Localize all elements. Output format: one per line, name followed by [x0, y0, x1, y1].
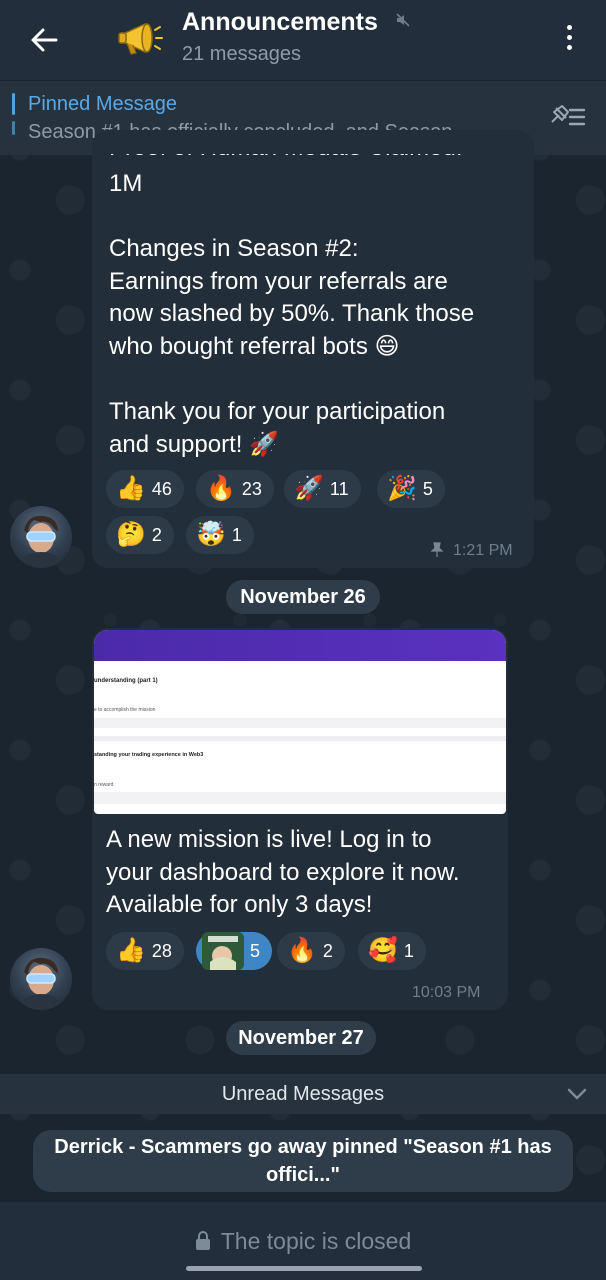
image-text-line: understanding (part 1): [94, 678, 158, 684]
reaction-chip[interactable]: 🔥 23: [196, 470, 274, 508]
reaction-emoji: 🤔: [116, 521, 146, 548]
message-time: 10:03 PM: [412, 984, 481, 1001]
sender-avatar[interactable]: [10, 506, 72, 568]
image-text-line: n reward: [94, 782, 114, 788]
chat-title[interactable]: Announcements: [182, 8, 378, 37]
sender-avatar[interactable]: [10, 948, 72, 1010]
image-divider: [94, 736, 506, 741]
reaction-count: 2: [322, 940, 333, 961]
image-header-strip: [94, 630, 506, 661]
lock-icon: [195, 1231, 211, 1251]
reaction-count: 46: [151, 478, 172, 499]
message-image[interactable]: understanding (part 1) e to accomplish t…: [94, 630, 506, 814]
reaction-chip[interactable]: 👍 28: [106, 932, 184, 970]
pinned-indicator-secondary: [12, 121, 15, 135]
image-row: [94, 792, 506, 804]
reaction-chip[interactable]: 👍 46: [106, 470, 184, 508]
reaction-count: 1: [231, 524, 242, 545]
reaction-emoji: 🎉: [387, 475, 417, 502]
reaction-emoji: 🤯: [196, 521, 226, 548]
pinned-indicator: [12, 93, 15, 115]
message-count: 21 messages: [182, 43, 301, 65]
home-indicator: [186, 1266, 422, 1271]
reaction-chip[interactable]: 🤔 2: [106, 516, 174, 554]
muted-icon: [395, 12, 411, 28]
message-text: A new mission is live! Log in to your da…: [106, 826, 460, 919]
reaction-emoji: 👍: [116, 475, 146, 502]
image-row: [94, 718, 506, 728]
reaction-chip[interactable]: 🚀 11: [284, 470, 361, 508]
reaction-chip[interactable]: 🤯 1: [186, 516, 254, 554]
topic-closed-text: The topic is closed: [220, 1227, 412, 1254]
back-arrow-icon[interactable]: [22, 18, 66, 62]
reaction-emoji: 🚀: [294, 475, 324, 502]
unread-messages-divider: Unread Messages: [0, 1074, 606, 1114]
reaction-chip-selected[interactable]: 5: [196, 932, 273, 970]
reaction-count: 1: [403, 940, 414, 961]
reaction-count: 23: [241, 478, 262, 499]
pinned-title: Pinned Message: [28, 93, 177, 115]
chat-header: Announcements 21 messages: [0, 0, 606, 80]
date-separator: November 26: [226, 580, 380, 614]
chevron-down-icon[interactable]: [566, 1086, 588, 1107]
reaction-emoji: 🔥: [287, 937, 317, 964]
unread-label: Unread Messages: [221, 1082, 385, 1105]
reaction-count: 5: [250, 940, 261, 961]
image-text-line: standing your trading experience in Web3: [94, 752, 204, 758]
megaphone-icon[interactable]: [114, 12, 166, 64]
reaction-emoji: 🥰: [368, 937, 398, 964]
pin-icon: [430, 542, 444, 563]
pinned-list-icon[interactable]: [546, 102, 588, 132]
date-separator: November 27: [226, 1021, 376, 1055]
message-time: 1:21 PM: [453, 542, 513, 559]
reaction-count: 5: [422, 478, 433, 499]
reaction-emoji: 👍: [116, 937, 146, 964]
reaction-chip[interactable]: 🥰 1: [358, 932, 426, 970]
reaction-emoji: 🔥: [206, 475, 236, 502]
reaction-count: 28: [151, 940, 172, 961]
reaction-chip[interactable]: 🔥 2: [277, 932, 345, 970]
message-text: 1M Changes in Season #2: Earnings from y…: [109, 170, 475, 458]
reaction-count: 11: [329, 478, 349, 499]
sticker-reaction-icon: [202, 932, 244, 970]
service-message[interactable]: Derrick - Scammers go away pinned "Seaso…: [33, 1130, 573, 1192]
image-text-line: e to accomplish the mission: [94, 707, 156, 713]
more-options-icon[interactable]: [554, 20, 584, 54]
reaction-chip[interactable]: 🎉 5: [377, 470, 445, 508]
message-text-partial: Proof of Human Medals Claimed:: [109, 154, 462, 165]
reaction-count: 2: [151, 524, 162, 545]
